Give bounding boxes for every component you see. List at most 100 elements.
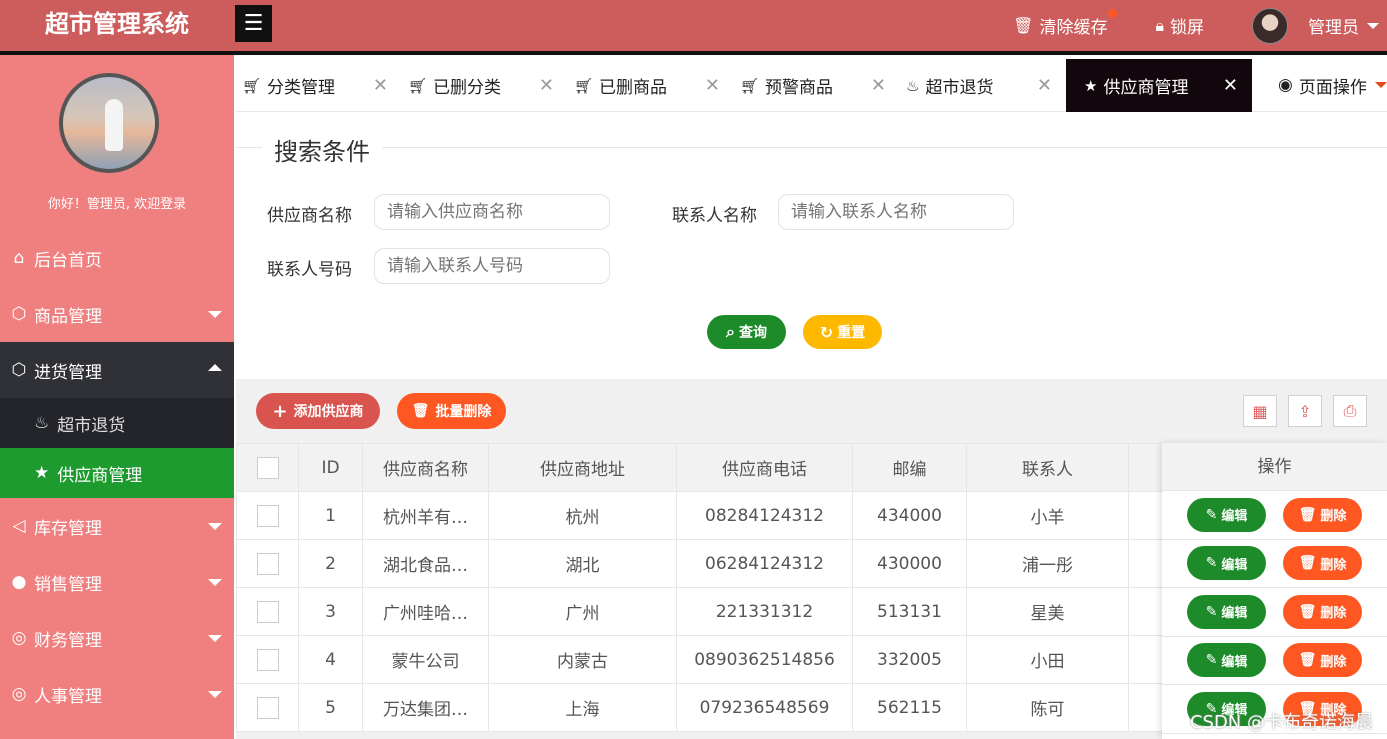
cell-zip: 430000 bbox=[852, 539, 967, 588]
cell-address: 上海 bbox=[488, 683, 677, 732]
sidebar: 你好！管理员, 欢迎登录 ⌂ 后台首页 ⬡ 商品管理 ⬡ 进货管理 ♨ 超市退货… bbox=[0, 55, 234, 739]
column-header-zip[interactable]: 邮编 bbox=[852, 443, 967, 492]
close-icon[interactable]: ✕ bbox=[1223, 75, 1238, 96]
home-icon: ⌂ bbox=[13, 248, 25, 268]
select-all-checkbox[interactable] bbox=[256, 456, 279, 479]
delete-button[interactable]: 🗑 删除 bbox=[1283, 497, 1362, 532]
trash-icon: 🗑 bbox=[411, 403, 430, 419]
tab-suppliers[interactable]: ★ 供应商管理 ✕ bbox=[1066, 59, 1252, 112]
close-icon[interactable]: ✕ bbox=[539, 75, 554, 96]
search-legend: 搜索条件 bbox=[262, 132, 382, 167]
sidebar-item-purchase[interactable]: ⬡ 进货管理 bbox=[0, 342, 234, 398]
page-operations-label: 页面操作 bbox=[1298, 77, 1367, 98]
batch-delete-button[interactable]: 🗑 批量删除 bbox=[397, 393, 506, 429]
close-icon[interactable]: ✕ bbox=[373, 75, 388, 96]
column-header-address[interactable]: 供应商地址 bbox=[488, 443, 677, 492]
star-icon: ★ bbox=[34, 463, 50, 483]
lock-screen-label: 锁屏 bbox=[1170, 18, 1204, 38]
page-operations-menu[interactable]: ◉ 页面操作 bbox=[1252, 59, 1387, 111]
delete-label: 删除 bbox=[1320, 557, 1347, 573]
contact-phone-input[interactable] bbox=[374, 248, 610, 284]
column-header-phone[interactable]: 供应商电话 bbox=[676, 443, 853, 492]
table-toolbar: + 添加供应商 🗑 批量删除 ▦ ⇪ ⎙ bbox=[236, 379, 1387, 443]
row-checkbox[interactable] bbox=[256, 648, 279, 671]
close-icon[interactable]: ✕ bbox=[1037, 75, 1052, 96]
user-menu[interactable]: 管理员 bbox=[1252, 7, 1379, 44]
ops-row: ✎ 编辑 🗑 删除 bbox=[1162, 491, 1387, 540]
column-header-id[interactable]: ID bbox=[298, 443, 363, 492]
cell-phone: 221331312 bbox=[676, 587, 853, 636]
sidebar-item-hr[interactable]: ◎ 人事管理 bbox=[0, 666, 234, 722]
finance-icon: ◎ bbox=[11, 628, 27, 648]
cell-address: 杭州 bbox=[488, 491, 677, 540]
table-row: 4 蒙牛公司 内蒙古 0890362514856 332005 小田 bbox=[236, 635, 1189, 684]
delete-button[interactable]: 🗑 删除 bbox=[1283, 594, 1362, 629]
column-header-name[interactable]: 供应商名称 bbox=[362, 443, 489, 492]
cell-name: 湖北食品… bbox=[362, 539, 489, 588]
trash-icon: 🗑 bbox=[1298, 603, 1317, 620]
sidebar-item-returns[interactable]: ♨ 超市退货 bbox=[0, 398, 234, 448]
supplier-table: ID 供应商名称 供应商地址 供应商电话 邮编 联系人 1 杭州羊有… 杭州 0… bbox=[236, 443, 1189, 732]
tab-deleted-category[interactable]: 🛒︎ 已删分类 ✕ bbox=[402, 59, 568, 112]
clear-cache-button[interactable]: 🗑 清除缓存 bbox=[1013, 9, 1118, 38]
delete-label: 删除 bbox=[1320, 654, 1347, 670]
add-supplier-button[interactable]: + 添加供应商 bbox=[256, 393, 380, 429]
column-header-contact[interactable]: 联系人 bbox=[966, 443, 1129, 492]
columns-icon[interactable]: ▦ bbox=[1243, 395, 1277, 427]
delete-button[interactable]: 🗑 删除 bbox=[1283, 546, 1362, 581]
cart-icon: 🛒︎ bbox=[740, 76, 760, 95]
cell-zip: 562115 bbox=[852, 683, 967, 732]
query-button[interactable]: ⌕ 查询 bbox=[707, 315, 786, 349]
delete-label: 删除 bbox=[1320, 606, 1347, 622]
print-icon[interactable]: ⎙ bbox=[1333, 395, 1367, 427]
sidebar-item-suppliers[interactable]: ★ 供应商管理 bbox=[0, 448, 234, 498]
row-checkbox[interactable] bbox=[256, 696, 279, 719]
speaker-icon: ◁ bbox=[12, 516, 26, 536]
reset-button[interactable]: ↻ 重置 bbox=[803, 315, 882, 349]
chevron-down-icon bbox=[208, 635, 222, 642]
row-checkbox[interactable] bbox=[256, 504, 279, 527]
cart-icon: 🛒︎ bbox=[408, 76, 428, 95]
tab-label: 供应商管理 bbox=[1103, 78, 1189, 98]
edit-button[interactable]: ✎ 编辑 bbox=[1187, 594, 1266, 629]
row-checkbox[interactable] bbox=[256, 552, 279, 575]
cube-icon: ⬡ bbox=[11, 304, 27, 324]
batch-delete-label: 批量删除 bbox=[435, 404, 492, 420]
supplier-name-input[interactable] bbox=[374, 194, 610, 230]
lock-screen-button[interactable]: 🔒︎ 锁屏 bbox=[1155, 13, 1204, 39]
row-checkbox[interactable] bbox=[256, 600, 279, 623]
cell-name: 蒙牛公司 bbox=[362, 635, 489, 684]
cell-phone: 079236548569 bbox=[676, 683, 853, 732]
sidebar-item-goods[interactable]: ⬡ 商品管理 bbox=[0, 286, 234, 342]
plus-icon: + bbox=[272, 400, 288, 422]
sidebar-item-finance[interactable]: ◎ 财务管理 bbox=[0, 610, 234, 666]
finance-icon: ◎ bbox=[11, 684, 27, 704]
cell-contact: 陈可 bbox=[966, 683, 1129, 732]
trash-icon: 🗑 bbox=[1298, 555, 1317, 572]
cell-contact: 小田 bbox=[966, 635, 1129, 684]
menu-toggle-button[interactable]: ☰ bbox=[235, 5, 272, 42]
tab-warning-goods[interactable]: 🛒︎ 预警商品 ✕ bbox=[734, 59, 900, 112]
cell-contact: 小羊 bbox=[966, 491, 1129, 540]
sidebar-item-sales[interactable]: ● 销售管理 bbox=[0, 554, 234, 610]
edit-button[interactable]: ✎ 编辑 bbox=[1187, 643, 1266, 678]
edit-button[interactable]: ✎ 编辑 bbox=[1187, 497, 1266, 532]
edit-label: 编辑 bbox=[1221, 654, 1248, 670]
tab-deleted-goods[interactable]: 🛒︎ 已删商品 ✕ bbox=[568, 59, 734, 112]
tab-returns[interactable]: ♨ 超市退货 ✕ bbox=[900, 59, 1066, 112]
chevron-down-icon bbox=[1367, 22, 1379, 29]
delete-button[interactable]: 🗑 删除 bbox=[1283, 643, 1362, 678]
chat-icon: ● bbox=[11, 572, 27, 592]
tab-category[interactable]: 🛒︎ 分类管理 ✕ bbox=[236, 59, 402, 112]
header-avatar bbox=[1252, 7, 1288, 44]
edit-button[interactable]: ✎ 编辑 bbox=[1187, 546, 1266, 581]
close-icon[interactable]: ✕ bbox=[871, 75, 886, 96]
sidebar-item-label: 库存管理 bbox=[34, 518, 102, 539]
sidebar-item-home[interactable]: ⌂ 后台首页 bbox=[0, 230, 234, 286]
close-icon[interactable]: ✕ bbox=[705, 75, 720, 96]
sidebar-item-label: 进货管理 bbox=[34, 362, 102, 383]
contact-name-input[interactable] bbox=[778, 194, 1014, 230]
cell-address: 广州 bbox=[488, 587, 677, 636]
export-icon[interactable]: ⇪ bbox=[1288, 395, 1322, 427]
sidebar-item-inventory[interactable]: ◁ 库存管理 bbox=[0, 498, 234, 554]
